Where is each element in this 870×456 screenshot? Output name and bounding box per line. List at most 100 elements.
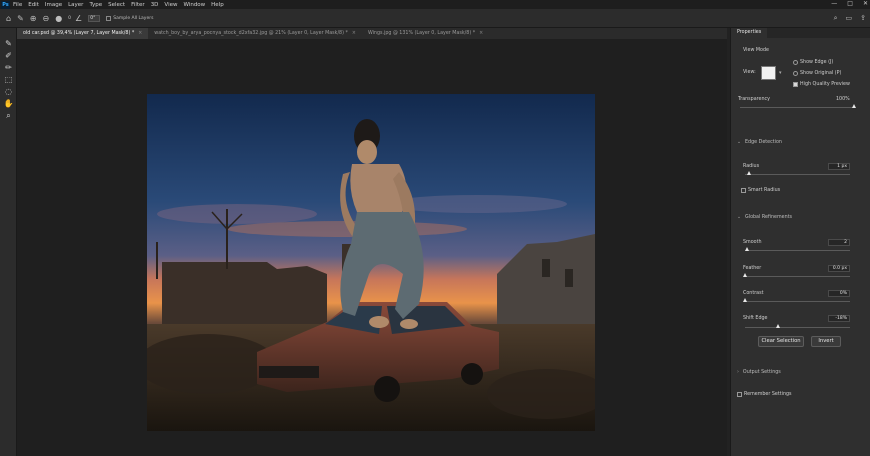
shift-edge-slider[interactable] xyxy=(745,327,850,328)
zoom-icon[interactable]: ⌕ xyxy=(0,110,17,122)
shift-edge-slider-thumb[interactable] xyxy=(776,324,780,328)
shift-edge-field[interactable]: -18% xyxy=(828,315,850,322)
remember-settings-label: Remember Settings xyxy=(744,392,792,397)
smart-radius-checkbox[interactable] xyxy=(741,188,746,193)
contrast-slider[interactable] xyxy=(745,301,850,302)
window-controls: — □ ✕ xyxy=(831,0,868,7)
close-icon[interactable]: × xyxy=(479,31,483,36)
menu-3d[interactable]: 3D xyxy=(151,2,159,8)
clear-selection-button[interactable]: Clear Selection xyxy=(758,336,804,347)
smart-radius-label: Smart Radius xyxy=(748,188,781,193)
add-to-selection-icon[interactable]: ⊕ xyxy=(30,14,37,23)
refine-edge-brush-icon[interactable]: ✐ xyxy=(0,50,17,62)
global-refinements-title: Global Refinements xyxy=(745,215,792,220)
minimize-button[interactable]: — xyxy=(831,0,837,7)
close-button[interactable]: ✕ xyxy=(863,0,868,7)
tab-label: watch_boy_by_arya_pocnya_stock_d2xfa32.j… xyxy=(154,31,348,36)
output-settings-section[interactable]: › Output Settings xyxy=(737,370,781,375)
transparency-value[interactable]: 100% xyxy=(836,97,850,102)
tools-panel: ✎ ✐ ✏ ⬚ ◌ ✋ ⌕ xyxy=(0,28,17,456)
high-quality-preview-label: High Quality Preview xyxy=(800,82,850,87)
properties-tabbar: Properties xyxy=(731,28,870,38)
view-mode-preview[interactable] xyxy=(761,66,776,80)
radius-slider-thumb[interactable] xyxy=(747,171,751,175)
brush-icon[interactable]: ✎ xyxy=(0,38,17,50)
sample-all-layers-label: Sample All Layers xyxy=(113,15,154,21)
menu-select[interactable]: Select xyxy=(108,2,125,8)
show-edge-toggle[interactable] xyxy=(793,60,798,65)
view-label: View: xyxy=(743,70,756,75)
show-edge-label: Show Edge (J) xyxy=(800,60,834,65)
radius-field[interactable]: 1 px xyxy=(828,163,850,170)
remember-settings-checkbox[interactable] xyxy=(737,392,742,397)
menu-file[interactable]: File xyxy=(13,2,22,8)
chevron-down-icon: ⌄ xyxy=(737,140,742,145)
transparency-label: Transparency xyxy=(738,97,770,102)
document-image[interactable] xyxy=(147,94,595,431)
lasso-icon[interactable]: ◌ xyxy=(0,86,17,98)
view-mode-title: View Mode xyxy=(743,48,769,53)
global-refinements-section[interactable]: ⌄ Global Refinements xyxy=(737,215,792,220)
smooth-field[interactable]: 2 xyxy=(828,239,850,246)
brush-size-icon[interactable]: ● xyxy=(55,14,62,23)
subtract-from-selection-icon[interactable]: ⊖ xyxy=(42,14,49,23)
search-icon[interactable]: ⌕ xyxy=(834,14,838,23)
menu-view[interactable]: View xyxy=(164,2,177,8)
document-tab[interactable]: old car.psd @ 39,4% (Layer 7, Layer Mask… xyxy=(17,28,149,39)
radius-slider[interactable] xyxy=(745,174,850,175)
chevron-down-icon[interactable]: ▾ xyxy=(779,70,782,76)
menu-type[interactable]: Type xyxy=(89,2,102,8)
brush-icon[interactable]: ✏ xyxy=(0,62,17,74)
edge-detection-title: Edge Detection xyxy=(745,140,782,145)
share-icon[interactable]: ⇪ xyxy=(860,14,866,23)
edge-detection-section[interactable]: ⌄ Edge Detection xyxy=(737,140,782,145)
maximize-button[interactable]: □ xyxy=(847,0,853,7)
menu-filter[interactable]: Filter xyxy=(131,2,145,8)
angle-field[interactable]: 0° xyxy=(88,14,101,22)
home-icon[interactable]: ⌂ xyxy=(6,14,11,23)
feather-slider[interactable] xyxy=(745,276,850,277)
smooth-slider-thumb[interactable] xyxy=(745,247,749,251)
close-icon[interactable]: × xyxy=(138,31,142,36)
chevron-down-icon: ⌄ xyxy=(737,215,742,220)
photo-composite xyxy=(147,94,595,431)
document-tab[interactable]: Wings.jpg @ 131% (Layer 0, Layer Mask/8)… xyxy=(362,28,489,39)
menu-image[interactable]: Image xyxy=(45,2,62,8)
tab-label: old car.psd @ 39,4% (Layer 7, Layer Mask… xyxy=(23,31,135,36)
menu-help[interactable]: Help xyxy=(211,2,224,8)
show-original-toggle[interactable] xyxy=(793,71,798,76)
show-original-label: Show Original (P) xyxy=(800,71,842,76)
shift-edge-label: Shift Edge xyxy=(743,316,768,321)
feather-slider-thumb[interactable] xyxy=(743,273,747,277)
photoshop-logo-icon: Ps xyxy=(1,0,10,9)
angle-icon: ∠ xyxy=(75,13,83,23)
smooth-slider[interactable] xyxy=(745,250,850,251)
radius-label: Radius xyxy=(743,164,760,169)
options-bar: ⌂ ✎ ⊕ ⊖ ● 0 ∠ 0° Sample All Layers ⌕ ▭ ⇪ xyxy=(0,9,870,28)
output-settings-title: Output Settings xyxy=(742,370,781,375)
menu-edit[interactable]: Edit xyxy=(28,2,39,8)
menu-bar: Ps File Edit Image Layer Type Select Fil… xyxy=(0,0,870,9)
invert-button[interactable]: Invert xyxy=(811,336,841,347)
menu-window[interactable]: Window xyxy=(183,2,205,8)
transparency-slider-thumb[interactable] xyxy=(852,104,856,108)
feather-field[interactable]: 0.0 px xyxy=(828,265,850,272)
object-selection-icon[interactable]: ⬚ xyxy=(0,74,17,86)
smooth-label: Smooth xyxy=(743,240,762,245)
tab-label: Wings.jpg @ 131% (Layer 0, Layer Mask/8)… xyxy=(367,31,476,36)
transparency-slider[interactable] xyxy=(740,107,855,108)
high-quality-preview-checkbox[interactable] xyxy=(793,82,798,87)
brush-size-value: 0 xyxy=(68,15,72,21)
tab-properties[interactable]: Properties xyxy=(731,28,768,38)
brush-preset-icon[interactable]: ✎ xyxy=(17,14,24,23)
contrast-field[interactable]: 0% xyxy=(828,290,850,297)
document-tab[interactable]: watch_boy_by_arya_pocnya_stock_d2xfa32.j… xyxy=(148,28,362,39)
contrast-label: Contrast xyxy=(743,291,764,296)
sample-all-layers-checkbox[interactable] xyxy=(106,15,112,21)
close-icon[interactable]: × xyxy=(352,31,356,36)
document-tabs: old car.psd @ 39,4% (Layer 7, Layer Mask… xyxy=(17,28,727,39)
hand-icon[interactable]: ✋ xyxy=(0,98,17,110)
menu-layer[interactable]: Layer xyxy=(68,2,83,8)
contrast-slider-thumb[interactable] xyxy=(743,298,747,302)
workspace-icon[interactable]: ▭ xyxy=(846,14,853,23)
